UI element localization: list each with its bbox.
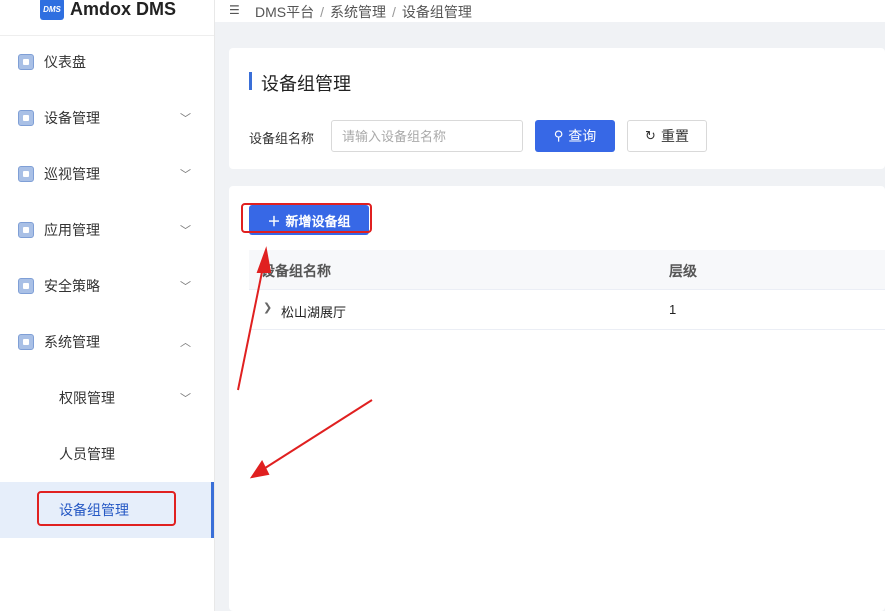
menu-toggle-icon[interactable]: ☰ (229, 3, 240, 17)
sidebar: DMS Amdox DMS 仪表盘 设备管理 ﹀ 巡视管理 ﹀ 应用管理 ﹀ 安… (0, 0, 215, 611)
sidebar-subitem-permission-management[interactable]: 权限管理 ﹀ (0, 370, 214, 426)
sidebar-item-label: 设备组管理 (59, 502, 129, 518)
reset-button-label: 重置 (660, 128, 689, 144)
search-panel: 设备组管理 设备组名称 ⚲ 查询 ↻ 重置 (229, 48, 885, 169)
search-icon: ⚲ (553, 128, 564, 143)
breadcrumb: DMS平台 / 系统管理 / 设备组管理 (255, 2, 472, 22)
chevron-up-icon: ︿ (180, 337, 191, 349)
app-icon (18, 222, 34, 238)
cell-level: 1 (669, 302, 677, 317)
sidebar-subitem-device-group-management[interactable]: 设备组管理 (0, 482, 214, 538)
top-bar: ☰ DMS平台 / 系统管理 / 设备组管理 (215, 0, 885, 22)
brand-logo: DMS (40, 0, 64, 20)
chevron-down-icon: ﹀ (180, 393, 191, 405)
table-header: 设备组名称 层级 (249, 250, 885, 290)
sidebar-item-device-management[interactable]: 设备管理 ﹀ (0, 90, 214, 146)
sidebar-item-app-management[interactable]: 应用管理 ﹀ (0, 202, 214, 258)
device-group-name-input[interactable] (331, 120, 523, 152)
chevron-down-icon: ﹀ (180, 169, 191, 181)
chevron-down-icon: ﹀ (180, 113, 191, 125)
sidebar-item-label: 人员管理 (59, 446, 115, 462)
breadcrumb-separator: / (320, 4, 325, 20)
brand-name: Amdox DMS (70, 0, 177, 19)
sidebar-item-label: 设备管理 (44, 110, 100, 126)
query-button[interactable]: ⚲ 查询 (535, 120, 615, 152)
device-group-table: 设备组名称 层级 ❯ 松山湖展厅 1 (249, 250, 885, 330)
device-icon (18, 110, 34, 126)
query-button-label: 查询 (568, 128, 597, 144)
page-title: 设备组管理 (261, 74, 351, 94)
sidebar-item-patrol-management[interactable]: 巡视管理 ﹀ (0, 146, 214, 202)
plus-icon: ＋ (267, 213, 281, 229)
reset-button[interactable]: ↻ 重置 (627, 120, 707, 152)
table-panel: ＋ 新增设备组 设备组名称 层级 ❯ 松山湖展厅 1 (229, 186, 885, 611)
chevron-down-icon: ﹀ (180, 225, 191, 237)
add-device-group-button[interactable]: ＋ 新增设备组 (249, 205, 369, 235)
sidebar-item-label: 系统管理 (44, 334, 100, 350)
breadcrumb-item[interactable]: 系统管理 (330, 4, 386, 20)
sidebar-item-label: 安全策略 (44, 278, 100, 294)
sidebar-item-system-management[interactable]: 系统管理 ︿ (0, 314, 214, 370)
chevron-right-icon[interactable]: ❯ (263, 301, 272, 314)
breadcrumb-item[interactable]: DMS平台 (255, 4, 314, 20)
column-header-name: 设备组名称 (261, 263, 331, 279)
device-group-name-label: 设备组名称 (249, 131, 315, 146)
breadcrumb-separator: / (392, 4, 396, 20)
table-row[interactable]: ❯ 松山湖展厅 1 (249, 290, 885, 330)
sidebar-item-label: 权限管理 (59, 390, 115, 406)
sidebar-subitem-personnel-management[interactable]: 人员管理 (0, 426, 214, 482)
brand[interactable]: DMS Amdox DMS (40, 0, 176, 24)
sidebar-item-label: 应用管理 (44, 222, 100, 238)
sidebar-item-security-policy[interactable]: 安全策略 ﹀ (0, 258, 214, 314)
refresh-icon: ↻ (645, 128, 656, 143)
chevron-down-icon: ﹀ (180, 281, 191, 293)
patrol-icon (18, 166, 34, 182)
title-accent-bar (249, 72, 252, 90)
sidebar-item-dashboard[interactable]: 仪表盘 (0, 34, 214, 90)
add-button-label: 新增设备组 (285, 213, 351, 229)
security-icon (18, 278, 34, 294)
cell-name: 松山湖展厅 (281, 305, 347, 320)
system-icon (18, 334, 34, 350)
sidebar-item-label: 巡视管理 (44, 166, 100, 182)
breadcrumb-item: 设备组管理 (401, 4, 472, 20)
sidebar-item-label: 仪表盘 (44, 54, 86, 70)
column-header-level: 层级 (669, 263, 697, 279)
dashboard-icon (18, 54, 34, 70)
